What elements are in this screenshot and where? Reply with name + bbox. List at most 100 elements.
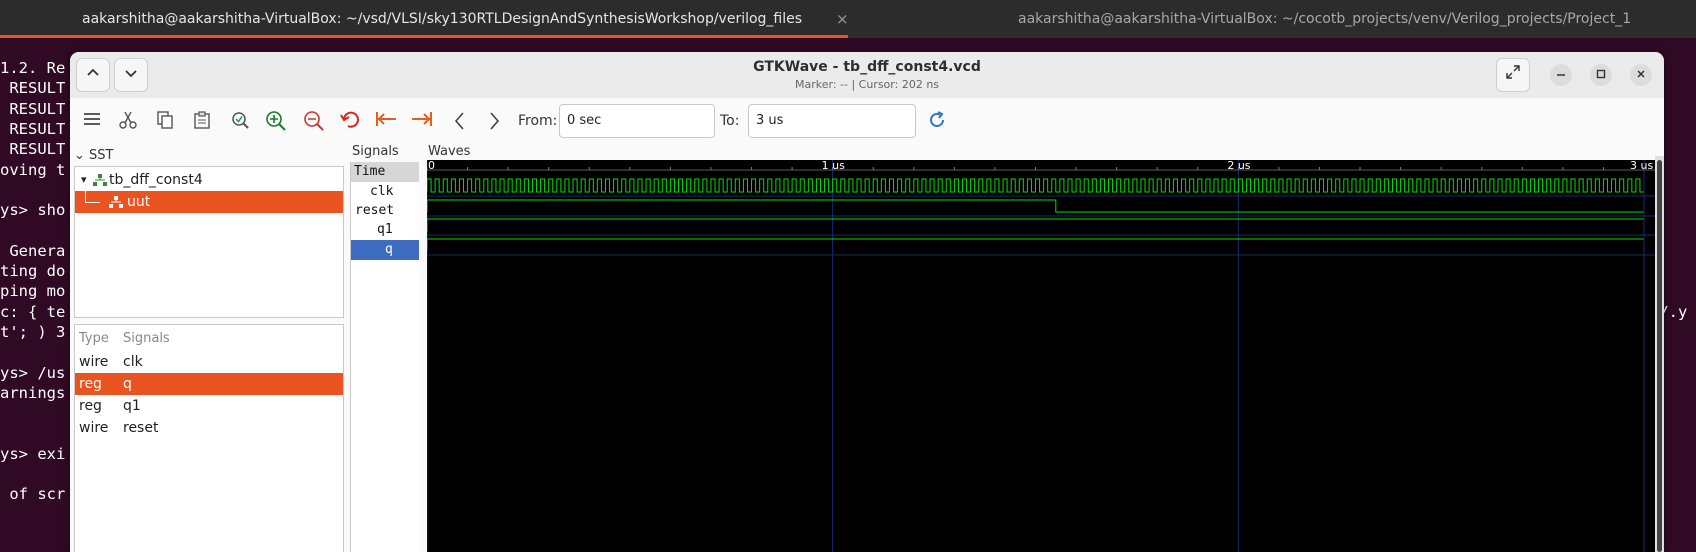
time-header-label: Time	[354, 164, 386, 179]
clk-waveform	[426, 178, 1644, 193]
scrollbar-thumb[interactable]	[1657, 160, 1662, 552]
q1-waveform	[426, 218, 1644, 232]
terminal-line: RESULT	[0, 79, 66, 98]
tree-item-tb-dff-const4[interactable]: ▾ tb_dff_const4	[75, 169, 343, 191]
terminal-tab-active[interactable]: aakarshitha@aakarshitha-VirtualBox: ~/vs…	[0, 0, 849, 38]
copy-button[interactable]	[153, 110, 177, 134]
jump-end-icon	[412, 112, 432, 126]
close-tab-icon[interactable]: ×	[836, 0, 849, 38]
sst-tree: ▾ tb_dff_const4 uut	[74, 166, 344, 318]
sst-pane-header[interactable]: ⌄ SST	[74, 148, 114, 163]
waveform-svg: 0 1 us 2 us 3 us	[426, 159, 1655, 552]
tree-item-uut[interactable]: uut	[75, 191, 343, 213]
reload-button[interactable]	[925, 110, 949, 134]
signal-name: q	[123, 376, 132, 392]
terminal-line: of scr	[0, 485, 66, 504]
terminal-line: oving t	[0, 160, 66, 179]
find-previous-edge-button[interactable]	[448, 110, 472, 134]
signal-name: reset	[123, 420, 159, 436]
time-label: 0	[428, 160, 435, 172]
minimize-button[interactable]	[1550, 64, 1572, 86]
cut-button[interactable]	[116, 110, 140, 134]
paste-button[interactable]	[190, 110, 214, 134]
waves-pane-label: Waves	[428, 144, 471, 159]
terminal-line: ping mo	[0, 282, 66, 301]
minimize-icon	[1557, 74, 1565, 76]
from-time-input[interactable]: 0 sec	[559, 104, 715, 138]
to-time-input[interactable]: 3 us	[748, 104, 916, 138]
terminal-tab-bar: aakarshitha@aakarshitha-VirtualBox: ~/vs…	[0, 0, 1696, 38]
terminal-line: t'; ) 3	[0, 322, 66, 341]
signal-row[interactable]: reg q	[75, 373, 343, 395]
undo-zoom-button[interactable]	[338, 110, 362, 134]
terminal-tab-inactive[interactable]: aakarshitha@aakarshitha-VirtualBox: ~/co…	[848, 0, 1696, 38]
signals-pane-label: Signals	[352, 144, 399, 159]
terminal-line: RESULT	[0, 140, 66, 159]
zoom-in-icon	[266, 111, 286, 131]
hamburger-icon	[84, 113, 100, 125]
signal-name: clk	[123, 354, 143, 370]
time-header: Time	[351, 162, 419, 182]
chevron-right-icon	[490, 112, 500, 130]
terminal-line: ys> sho	[0, 201, 66, 220]
zoom-fit-button[interactable]	[228, 110, 252, 134]
signal-name: q1	[123, 398, 141, 414]
terminal-line: ys> /us	[0, 363, 66, 382]
signal-list-header: Type Signals	[75, 327, 343, 351]
waveform-canvas[interactable]: 0 1 us 2 us 3 us	[426, 159, 1655, 552]
wave-name-row[interactable]: q1	[351, 220, 419, 240]
terminal-line: c: { te	[0, 302, 66, 321]
zoom-out-button[interactable]	[302, 110, 326, 134]
from-label: From:	[518, 113, 558, 129]
paste-icon	[194, 111, 210, 129]
terminal-line: ting do	[0, 262, 66, 280]
tree-connector	[85, 191, 100, 203]
terminal-tab-inactive-title: aakarshitha@aakarshitha-VirtualBox: ~/co…	[1018, 11, 1632, 27]
signal-row[interactable]: wire reset	[75, 417, 343, 439]
close-icon	[1637, 70, 1645, 78]
terminal-tab-active-title: aakarshitha@aakarshitha-VirtualBox: ~/vs…	[82, 11, 803, 27]
terminal-line: 1.2. Re	[0, 59, 66, 77]
time-label: 2 us	[1227, 160, 1250, 172]
window-title: GTKWave - tb_dff_const4.vcd	[753, 59, 981, 75]
terminal-line: arnings	[0, 383, 66, 402]
terminal-line: ys> exi	[0, 444, 66, 463]
signal-row[interactable]: wire clk	[75, 351, 343, 373]
signal-type: reg	[79, 376, 102, 392]
signal-row[interactable]: reg q1	[75, 395, 343, 417]
wave-name-row[interactable]: q	[351, 240, 419, 260]
zoom-to-end-button[interactable]	[410, 110, 434, 134]
wave-name-row[interactable]: clk	[351, 182, 419, 202]
zoom-fit-icon	[232, 112, 249, 129]
time-label: 1 us	[822, 160, 845, 172]
q-waveform	[426, 238, 1644, 251]
type-column-header: Type	[79, 331, 109, 346]
fullscreen-button[interactable]	[1496, 58, 1530, 92]
terminal-line: Genera	[0, 241, 66, 260]
gtkwave-window: GTKWave - tb_dff_const4.vcd Marker: -- |…	[70, 52, 1664, 552]
expander-icon: ▾	[81, 173, 87, 186]
wave-name: q	[385, 242, 393, 257]
window-titlebar: GTKWave - tb_dff_const4.vcd Marker: -- |…	[70, 52, 1664, 98]
menu-button[interactable]	[80, 110, 104, 134]
find-next-edge-button[interactable]	[482, 110, 506, 134]
tree-item-label: tb_dff_const4	[109, 172, 203, 188]
to-label: To:	[720, 113, 740, 129]
wave-name-row[interactable]: reset	[351, 201, 419, 221]
expand-icon	[1506, 65, 1520, 79]
maximize-button[interactable]	[1590, 64, 1612, 86]
module-icon	[93, 174, 107, 186]
undo-icon	[340, 111, 359, 128]
signal-type: wire	[79, 420, 109, 436]
zoom-to-start-button[interactable]	[374, 110, 398, 134]
time-label: 3 us	[1630, 160, 1653, 172]
close-button[interactable]	[1630, 64, 1652, 86]
chevron-down-icon: ⌄	[74, 148, 85, 163]
zoom-in-button[interactable]	[264, 110, 288, 134]
wave-name: clk	[370, 184, 394, 199]
reload-icon	[930, 111, 944, 127]
window-subtitle: Marker: -- | Cursor: 202 ns	[794, 78, 940, 91]
reset-waveform	[426, 199, 1644, 213]
signals-column-header: Signals	[123, 331, 170, 346]
chevron-left-icon	[454, 112, 464, 130]
